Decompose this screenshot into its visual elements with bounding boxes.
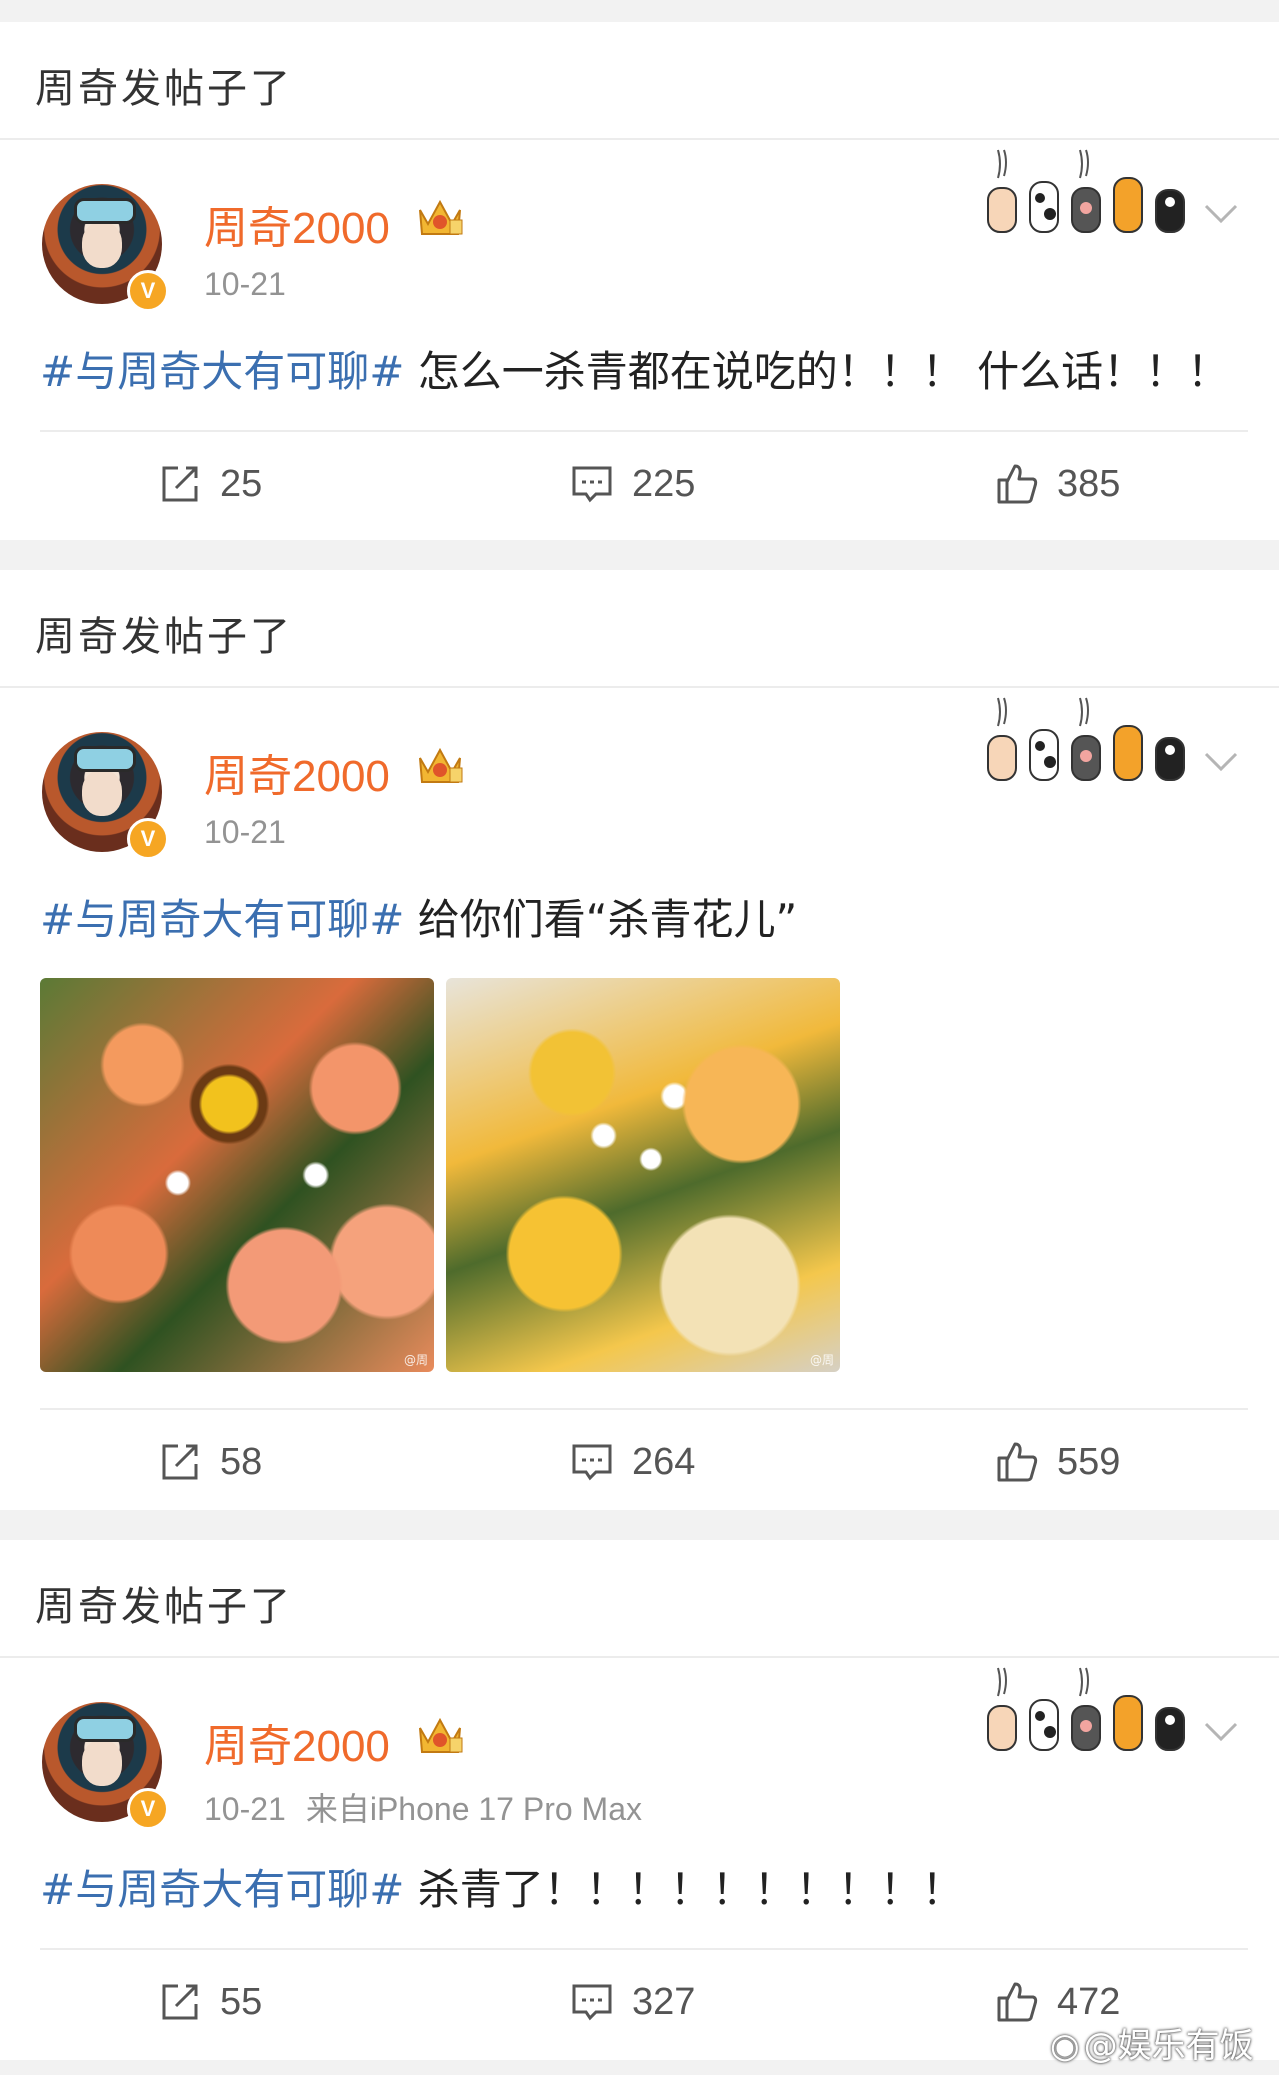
post-meta: 10-21	[204, 814, 306, 851]
post-header-title: 周奇发帖子了	[35, 66, 293, 112]
post-header: 周奇发帖子了	[0, 22, 1279, 140]
topic-link[interactable]: #与周奇大有可聊#	[40, 895, 404, 944]
post-content: #与周奇大有可聊# 杀青了！！！！！！！！！！	[40, 1856, 964, 1917]
repost-icon	[162, 1444, 198, 1480]
comment-button[interactable]: 327	[570, 1950, 695, 2054]
post-header-title: 周奇发帖子了	[35, 614, 293, 660]
like-count: 385	[1057, 462, 1121, 505]
cat-paws-decoration-icon	[987, 697, 1185, 781]
post-image-orange-roses[interactable]: @周	[40, 978, 434, 1372]
post-header: 周奇发帖子了	[0, 1540, 1279, 1658]
crown-icon[interactable]	[414, 1712, 466, 1758]
comment-button[interactable]: 264	[570, 1410, 695, 1514]
cat-paws-decoration-icon	[987, 1667, 1185, 1751]
post-content: #与周奇大有可聊# 给你们看“杀青花儿”	[40, 886, 797, 947]
comment-icon	[572, 466, 612, 503]
chevron-down-icon[interactable]	[1203, 202, 1239, 226]
verified-badge-icon: V	[127, 818, 169, 860]
repost-button[interactable]: 55	[158, 1950, 262, 2054]
post-header: 周奇发帖子了	[0, 570, 1279, 688]
post-text: 给你们看“杀青花儿”	[404, 895, 798, 944]
username[interactable]: 周奇2000	[204, 192, 390, 256]
username[interactable]: 周奇2000	[204, 1710, 390, 1774]
cat-paws-decoration-icon	[987, 149, 1185, 233]
topic-link[interactable]: #与周奇大有可聊#	[40, 1865, 404, 1914]
post-text: 杀青了！！！！！！！！！！	[404, 1865, 964, 1914]
like-button[interactable]: 385	[995, 432, 1120, 536]
post-image-yellow-roses[interactable]: @周	[446, 978, 840, 1372]
post-card: 周奇发帖子了 V 周奇2000 10-21 #与周奇大有可聊# 给你们看“杀青花…	[0, 570, 1279, 1510]
post-date: 10-21	[204, 814, 286, 850]
post-header-title: 周奇发帖子了	[35, 1584, 293, 1630]
topic-link[interactable]: #与周奇大有可聊#	[40, 347, 404, 396]
repost-count: 25	[220, 462, 263, 505]
verified-badge-icon: V	[127, 270, 169, 312]
post-source: 来自iPhone 17 Pro Max	[305, 1791, 643, 1827]
repost-count: 58	[220, 1440, 263, 1483]
thumbs-up-icon	[997, 1442, 1038, 1482]
chevron-down-icon[interactable]	[1203, 1720, 1239, 1744]
repost-button[interactable]: 58	[158, 1410, 262, 1514]
like-button[interactable]: 559	[995, 1410, 1120, 1514]
repost-icon	[162, 466, 198, 502]
post-date: 10-21	[204, 1791, 286, 1827]
thumbs-up-icon	[997, 464, 1038, 504]
crown-icon[interactable]	[414, 742, 466, 788]
post-text: 怎么一杀青都在说吃的！！！ 什么话！！！	[404, 347, 1230, 396]
post-meta: 10-21 来自iPhone 17 Pro Max	[204, 1784, 642, 1830]
image-watermark: @周	[403, 1353, 428, 1367]
watermark-text: @娱乐有饭	[1083, 2026, 1254, 2066]
image-watermark: @周	[809, 1353, 834, 1367]
comment-count: 225	[632, 462, 696, 505]
crown-icon[interactable]	[414, 194, 466, 240]
comment-count: 264	[632, 1440, 696, 1483]
username[interactable]: 周奇2000	[204, 740, 390, 804]
action-bar: 58 264 559	[40, 1408, 1248, 1514]
comment-count: 327	[632, 1980, 696, 2023]
post-card: 周奇发帖子了 V 周奇2000 10-21 #与周奇大有可聊# 怎么一杀青都在说…	[0, 22, 1279, 540]
repost-button[interactable]: 25	[158, 432, 262, 536]
repost-icon	[162, 1984, 198, 2020]
post-content: #与周奇大有可聊# 怎么一杀青都在说吃的！！！ 什么话！！！	[40, 338, 1229, 399]
comment-button[interactable]: 225	[570, 432, 695, 536]
like-count: 559	[1057, 1440, 1121, 1483]
action-bar: 25 225 385	[40, 430, 1248, 536]
thumbs-up-icon	[997, 1982, 1038, 2022]
post-meta: 10-21	[204, 266, 306, 303]
chevron-down-icon[interactable]	[1203, 750, 1239, 774]
post-date: 10-21	[204, 266, 286, 302]
source-watermark: ◉ @娱乐有饭	[1050, 2018, 1254, 2067]
repost-count: 55	[220, 1980, 263, 2023]
weibo-logo-icon: ◉	[1050, 2026, 1080, 2066]
verified-badge-icon: V	[127, 1788, 169, 1830]
comment-icon	[572, 1444, 612, 1481]
post-card: 周奇发帖子了 V 周奇2000 10-21 来自iPhone 17 Pro Max	[0, 1540, 1279, 2060]
comment-icon	[572, 1984, 612, 2021]
